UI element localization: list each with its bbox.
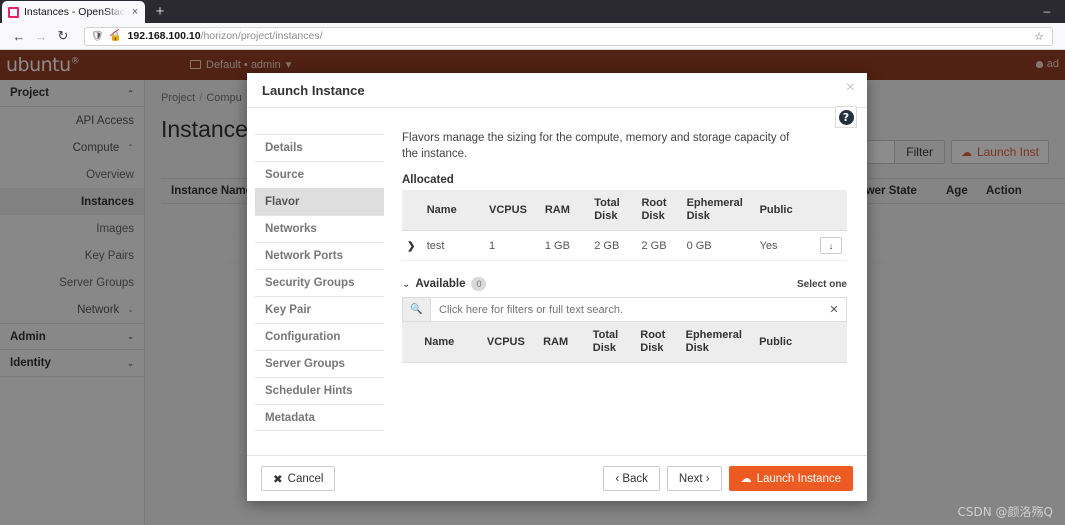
launch-instance-submit-button[interactable]: ☁ Launch Instance bbox=[728, 466, 853, 491]
tab-title: Instances - OpenStack Da bbox=[24, 6, 125, 18]
modal-title: Launch Instance bbox=[262, 82, 365, 98]
browser-tab[interactable]: Instances - OpenStack Da × bbox=[2, 1, 145, 23]
flavor-filter-bar[interactable]: 🔍 ✕ bbox=[402, 297, 847, 322]
modal-header: Launch Instance × bbox=[247, 73, 867, 108]
url-text: 192.168.100.10/horizon/project/instances… bbox=[128, 30, 323, 42]
url-host: 192.168.100.10 bbox=[127, 30, 201, 42]
allocated-label: Allocated bbox=[402, 174, 454, 186]
wizard-step-networks[interactable]: Networks bbox=[255, 215, 384, 242]
address-bar[interactable]: 🛡 🔒 192.168.100.10/horizon/project/insta… bbox=[84, 26, 1053, 46]
browser-navbar: ← → ↻ 🛡 🔒 192.168.100.10/horizon/project… bbox=[0, 23, 1065, 50]
available-table-header-row: Name VCPUS RAM Total Disk Root Disk Ephe… bbox=[402, 322, 847, 363]
deallocate-flavor-button[interactable]: ↓ bbox=[820, 237, 842, 254]
modal-footer-actions: ‹ Back Next › ☁ Launch Instance bbox=[603, 466, 853, 491]
reload-icon[interactable]: ↻ bbox=[52, 26, 74, 46]
lock-broken-icon[interactable]: 🔒 bbox=[110, 31, 122, 42]
available-flavors-table: Name VCPUS RAM Total Disk Root Disk Ephe… bbox=[402, 322, 847, 363]
wizard-panel-flavor: Flavors manage the sizing for the comput… bbox=[392, 108, 867, 455]
table-row: ❯ test 1 1 GB 2 GB 2 GB 0 GB Yes ↓ bbox=[402, 230, 847, 261]
cell-name: test bbox=[421, 230, 485, 261]
column-total-disk: Total Disk bbox=[589, 190, 637, 231]
launch-instance-label: Launch Instance bbox=[756, 472, 841, 485]
column-vcpus: VCPUS bbox=[481, 322, 539, 363]
wizard-step-security-groups[interactable]: Security Groups bbox=[255, 269, 384, 296]
chevron-right-icon[interactable]: ❯ bbox=[407, 241, 415, 252]
column-row-action bbox=[810, 322, 847, 363]
modal-body: Details Source Flavor Networks Network P… bbox=[247, 108, 867, 455]
cancel-label: Cancel bbox=[287, 472, 324, 485]
wizard-step-server-groups[interactable]: Server Groups bbox=[255, 350, 384, 377]
column-ephemeral-disk: Ephemeral Disk bbox=[680, 322, 755, 363]
column-public: Public bbox=[754, 322, 811, 363]
wizard-step-key-pair[interactable]: Key Pair bbox=[255, 296, 384, 323]
flavor-search-input[interactable] bbox=[431, 303, 822, 316]
wizard-step-flavor[interactable]: Flavor bbox=[255, 188, 384, 215]
url-path: /horizon/project/instances/ bbox=[200, 30, 323, 42]
column-expand bbox=[402, 322, 420, 363]
bookmark-star-icon[interactable]: ☆ bbox=[1034, 30, 1046, 43]
next-button[interactable]: Next › bbox=[666, 466, 722, 491]
screenshot-root: Instances - OpenStack Da × + – ← → ↻ 🛡 🔒… bbox=[0, 0, 1065, 525]
column-ephemeral-disk: Ephemeral Disk bbox=[681, 190, 755, 231]
cancel-button[interactable]: ✖ Cancel bbox=[261, 466, 336, 491]
wizard-step-network-ports[interactable]: Network Ports bbox=[255, 242, 384, 269]
cell-ram: 1 GB bbox=[539, 230, 590, 261]
column-public: Public bbox=[754, 190, 811, 231]
watermark: CSDN @颜洛殇Q bbox=[957, 505, 1053, 519]
launch-instance-modal: Launch Instance × ? Details Source Flavo… bbox=[247, 73, 867, 501]
column-expand bbox=[402, 190, 422, 231]
wizard-step-source[interactable]: Source bbox=[255, 161, 384, 188]
back-icon[interactable]: ← bbox=[8, 26, 30, 46]
close-icon[interactable]: × bbox=[130, 7, 140, 18]
shield-icon[interactable]: 🛡 bbox=[91, 31, 104, 42]
select-one-hint: Select one bbox=[796, 278, 847, 290]
modal-footer: ✖ Cancel ‹ Back Next › ☁ Launch Instance bbox=[247, 455, 867, 501]
chevron-down-icon: ⌄ bbox=[402, 278, 411, 290]
wizard-step-scheduler-hints[interactable]: Scheduler Hints bbox=[255, 377, 384, 404]
allocated-table-header-row: Name VCPUS RAM Total Disk Root Disk Ephe… bbox=[402, 190, 847, 231]
available-label: Available bbox=[415, 278, 466, 290]
close-icon: ✖ bbox=[273, 473, 283, 486]
available-section-header[interactable]: ⌄ Available 0 Select one bbox=[402, 277, 847, 291]
wizard-steps: Details Source Flavor Networks Network P… bbox=[247, 108, 392, 455]
cell-vcpus: 1 bbox=[484, 230, 540, 261]
wizard-step-details[interactable]: Details bbox=[255, 134, 384, 161]
column-vcpus: VCPUS bbox=[484, 190, 540, 231]
wizard-step-metadata[interactable]: Metadata bbox=[255, 404, 384, 431]
search-icon: 🔍 bbox=[403, 298, 431, 321]
cell-root-disk: 2 GB bbox=[636, 230, 682, 261]
openstack-favicon bbox=[8, 6, 19, 18]
column-root-disk: Root Disk bbox=[635, 322, 681, 363]
clear-filter-icon[interactable]: ✕ bbox=[822, 303, 846, 316]
cell-public: Yes bbox=[754, 230, 811, 261]
flavor-description: Flavors manage the sizing for the comput… bbox=[402, 132, 790, 160]
column-root-disk: Root Disk bbox=[636, 190, 682, 231]
browser-tabstrip: Instances - OpenStack Da × + – bbox=[0, 0, 1065, 23]
column-name: Name bbox=[421, 190, 485, 231]
close-icon[interactable]: × bbox=[846, 80, 855, 96]
new-tab-button[interactable]: + bbox=[150, 3, 170, 21]
column-total-disk: Total Disk bbox=[587, 322, 636, 363]
column-ram: RAM bbox=[538, 322, 588, 363]
column-name: Name bbox=[419, 322, 482, 363]
column-row-action bbox=[810, 190, 847, 231]
cell-ephemeral-disk: 0 GB bbox=[681, 230, 755, 261]
available-count-badge: 0 bbox=[471, 277, 487, 291]
window-minimize-button[interactable]: – bbox=[1039, 4, 1055, 19]
cloud-icon: ☁ bbox=[740, 473, 752, 485]
back-button[interactable]: ‹ Back bbox=[603, 466, 660, 491]
column-ram: RAM bbox=[539, 190, 590, 231]
question-mark-icon: ? bbox=[838, 109, 854, 125]
forward-icon[interactable]: → bbox=[30, 26, 52, 46]
help-button[interactable]: ? bbox=[835, 106, 857, 128]
cell-total-disk: 2 GB bbox=[589, 230, 637, 261]
wizard-step-configuration[interactable]: Configuration bbox=[255, 323, 384, 350]
allocated-flavors-table: Name VCPUS RAM Total Disk Root Disk Ephe… bbox=[402, 190, 847, 261]
